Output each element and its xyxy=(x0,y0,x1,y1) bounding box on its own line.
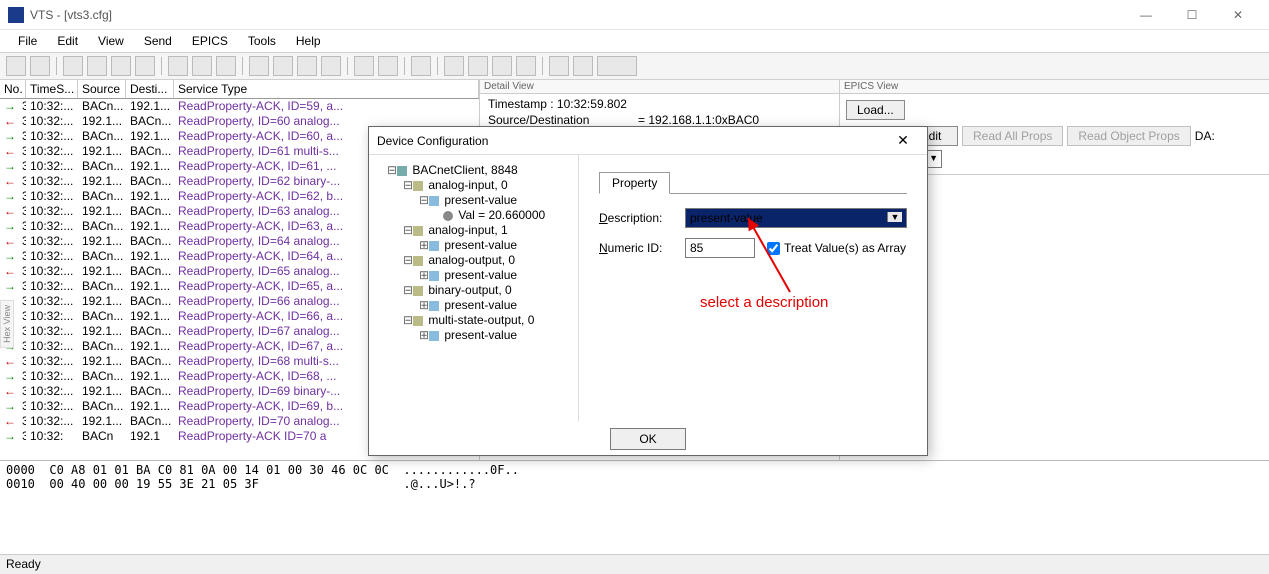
toolbar-button[interactable] xyxy=(168,56,188,76)
col-no[interactable]: No. xyxy=(0,80,26,98)
description-combo[interactable]: present-value xyxy=(685,208,907,228)
maximize-button[interactable]: ☐ xyxy=(1169,0,1215,30)
close-button[interactable]: ✕ xyxy=(1215,0,1261,30)
menu-tools[interactable]: Tools xyxy=(238,32,286,50)
toolbar-button[interactable] xyxy=(273,56,293,76)
toolbar-button[interactable] xyxy=(492,56,512,76)
col-destination[interactable]: Desti... xyxy=(126,80,174,98)
toolbar-button[interactable] xyxy=(354,56,374,76)
tree-node[interactable]: ⊞ present-value xyxy=(373,268,574,283)
col-service-type[interactable]: Service Type xyxy=(174,80,479,98)
tree-node[interactable]: ⊞ present-value xyxy=(373,328,574,343)
tree-node[interactable]: ⊞ present-value xyxy=(373,238,574,253)
load-button[interactable]: Load... xyxy=(846,100,905,120)
app-icon xyxy=(8,7,24,23)
numeric-id-input[interactable]: 85 xyxy=(685,238,755,258)
description-label: Description: xyxy=(599,211,685,225)
toolbar-button[interactable] xyxy=(249,56,269,76)
numeric-id-label: Numeric ID: xyxy=(599,241,685,255)
tree-node[interactable]: ⊞ present-value xyxy=(373,298,574,313)
tree-node[interactable]: ⊟ analog-input, 0 xyxy=(373,178,574,193)
property-tab[interactable]: Property xyxy=(599,172,670,194)
toolbar-button[interactable] xyxy=(6,56,26,76)
tree-node[interactable]: ⊟ present-value xyxy=(373,193,574,208)
toolbar-dropdown[interactable] xyxy=(597,56,637,76)
toolbar-button[interactable] xyxy=(297,56,317,76)
ok-button[interactable]: OK xyxy=(610,428,685,450)
da-label: DA: xyxy=(1195,129,1215,143)
menu-help[interactable]: Help xyxy=(286,32,331,50)
toolbar xyxy=(0,52,1269,80)
col-source[interactable]: Source xyxy=(78,80,126,98)
toolbar-button[interactable] xyxy=(192,56,212,76)
toolbar-button[interactable] xyxy=(321,56,341,76)
toolbar-button[interactable] xyxy=(135,56,155,76)
toolbar-button[interactable] xyxy=(468,56,488,76)
tree-node[interactable]: ⊟ multi-state-output, 0 xyxy=(373,313,574,328)
toolbar-button[interactable] xyxy=(444,56,464,76)
toolbar-button[interactable] xyxy=(30,56,50,76)
titlebar: VTS - [vts3.cfg] ― ☐ ✕ xyxy=(0,0,1269,30)
minimize-button[interactable]: ― xyxy=(1123,0,1169,30)
menu-edit[interactable]: Edit xyxy=(47,32,88,50)
toolbar-button[interactable] xyxy=(573,56,593,76)
toolbar-button[interactable] xyxy=(111,56,131,76)
tree-node[interactable]: Val = 20.660000 xyxy=(373,208,574,223)
tree-node[interactable]: ⊟ analog-input, 1 xyxy=(373,223,574,238)
tree-node[interactable]: ⊟ binary-output, 0 xyxy=(373,283,574,298)
col-timestamp[interactable]: TimeS... xyxy=(26,80,78,98)
toolbar-button[interactable] xyxy=(378,56,398,76)
detail-timestamp: Timestamp : 10:32:59.802 xyxy=(488,96,831,112)
device-configuration-dialog: Device Configuration ✕ ⊟ BACnetClient, 8… xyxy=(368,126,928,456)
toolbar-button[interactable] xyxy=(216,56,236,76)
toolbar-button[interactable] xyxy=(411,56,431,76)
status-bar: Ready xyxy=(0,554,1269,574)
tree-node[interactable]: ⊟ BACnetClient, 8848 xyxy=(373,163,574,178)
menu-epics[interactable]: EPICS xyxy=(182,32,238,50)
dialog-close-button[interactable]: ✕ xyxy=(887,132,919,149)
annotation-text: select a description xyxy=(700,294,828,311)
device-tree[interactable]: ⊟ BACnetClient, 8848⊟ analog-input, 0⊟ p… xyxy=(369,155,579,421)
read-all-props-button[interactable]: Read All Props xyxy=(962,126,1063,146)
dialog-title: Device Configuration xyxy=(377,134,887,148)
toolbar-button[interactable] xyxy=(87,56,107,76)
toolbar-button[interactable] xyxy=(516,56,536,76)
treat-as-array-checkbox-input[interactable] xyxy=(767,242,780,255)
epics-view-title: EPICS View xyxy=(840,80,1269,94)
detail-view-title: Detail View xyxy=(480,80,839,94)
menu-send[interactable]: Send xyxy=(134,32,182,50)
packet-row[interactable]: →3...10:32:...BACn...192.1...ReadPropert… xyxy=(0,99,479,114)
hex-view-pane[interactable]: 0000 C0 A8 01 01 BA C0 81 0A 00 14 01 00… xyxy=(0,460,1269,556)
hex-view-tab[interactable]: Hex View xyxy=(0,300,14,348)
read-object-props-button[interactable]: Read Object Props xyxy=(1067,126,1190,146)
tree-node[interactable]: ⊟ analog-output, 0 xyxy=(373,253,574,268)
toolbar-button[interactable] xyxy=(549,56,569,76)
packet-list-header: No. TimeS... Source Desti... Service Typ… xyxy=(0,80,479,99)
toolbar-button[interactable] xyxy=(63,56,83,76)
window-title: VTS - [vts3.cfg] xyxy=(30,8,1123,22)
menu-view[interactable]: View xyxy=(88,32,134,50)
menubar: File Edit View Send EPICS Tools Help xyxy=(0,30,1269,52)
menu-file[interactable]: File xyxy=(8,32,47,50)
treat-as-array-checkbox[interactable]: Treat Value(s) as Array xyxy=(767,241,906,255)
